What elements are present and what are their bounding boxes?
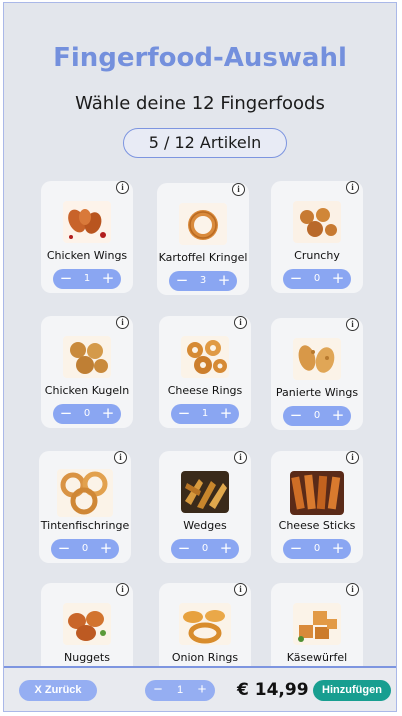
page-title: Fingerfood-Auswahl bbox=[53, 43, 347, 73]
product-card-cheese-sticks[interactable]: i Cheese Sticks − 0 + bbox=[271, 451, 363, 563]
bottom-bar: X Zurück − 1 + € 14,99 Hinzufügen bbox=[4, 666, 396, 711]
breaded-wings-photo bbox=[293, 338, 341, 380]
quantity-stepper: − 0 + bbox=[283, 406, 351, 426]
quantity-stepper: − 1 + bbox=[145, 680, 215, 701]
product-card-panierte-wings[interactable]: i Panierte Wings − 0 + bbox=[271, 318, 363, 430]
info-icon[interactable]: i bbox=[234, 583, 247, 596]
chicken-wings-photo bbox=[63, 201, 111, 243]
onion-rings-photo bbox=[179, 603, 231, 645]
increase-button[interactable]: + bbox=[96, 539, 116, 559]
increase-button[interactable]: + bbox=[328, 539, 348, 559]
product-name: Panierte Wings bbox=[275, 386, 359, 399]
quantity-stepper: − 0 + bbox=[51, 539, 119, 559]
quantity-stepper: − 0 + bbox=[53, 404, 121, 424]
cheese-rings-photo bbox=[181, 336, 229, 378]
wedges-photo bbox=[181, 471, 229, 513]
potato-ring-photo bbox=[179, 203, 227, 245]
cheese-sticks-photo bbox=[290, 471, 344, 515]
info-icon[interactable]: i bbox=[234, 316, 247, 329]
info-icon[interactable]: i bbox=[346, 181, 359, 194]
info-icon[interactable]: i bbox=[116, 316, 129, 329]
info-icon[interactable]: i bbox=[346, 451, 359, 464]
product-card-kartoffel-kringel[interactable]: i Kartoffel Kringel − 3 + bbox=[157, 183, 249, 295]
increase-button[interactable]: + bbox=[328, 406, 348, 426]
nuggets-photo bbox=[63, 603, 111, 645]
product-name: Tintenfischringe bbox=[40, 519, 130, 532]
chicken-balls-photo bbox=[63, 336, 111, 378]
increase-button[interactable]: + bbox=[98, 269, 118, 289]
product-card-tintenfischringe[interactable]: i Tintenfischringe − 0 + bbox=[39, 451, 131, 563]
increase-button[interactable]: + bbox=[192, 680, 212, 701]
product-card-chicken-kugeln[interactable]: i Chicken Kugeln − 0 + bbox=[41, 316, 133, 428]
increase-button[interactable]: + bbox=[216, 539, 236, 559]
info-icon[interactable]: i bbox=[346, 583, 359, 596]
product-card-cheese-rings[interactable]: i Cheese Rings − 1 + bbox=[159, 316, 251, 428]
quantity-stepper: − 1 + bbox=[171, 404, 239, 424]
page-subtitle: Wähle deine 12 Fingerfoods bbox=[75, 93, 325, 114]
product-name: Nuggets bbox=[64, 651, 110, 664]
crunchy-balls-photo bbox=[293, 201, 341, 243]
quantity-stepper: − 1 + bbox=[53, 269, 121, 289]
quantity-stepper: − 3 + bbox=[169, 271, 237, 291]
product-name: Wedges bbox=[183, 519, 227, 532]
total-price: € 14,99 bbox=[237, 680, 309, 700]
quantity-stepper: − 0 + bbox=[283, 539, 351, 559]
product-name: Cheese Sticks bbox=[278, 519, 356, 532]
increase-button[interactable]: + bbox=[214, 271, 234, 291]
back-button[interactable]: X Zurück bbox=[19, 680, 97, 701]
increase-button[interactable]: + bbox=[328, 269, 348, 289]
product-card-wedges[interactable]: i Wedges − 0 + bbox=[159, 451, 251, 563]
info-icon[interactable]: i bbox=[116, 181, 129, 194]
product-name: Cheese Rings bbox=[167, 384, 243, 397]
product-name: Chicken Kugeln bbox=[44, 384, 130, 397]
product-name: Onion Rings bbox=[171, 651, 239, 664]
app-frame: Fingerfood-Auswahl Wähle deine 12 Finger… bbox=[3, 2, 397, 712]
product-name: Kartoffel Kringel bbox=[158, 251, 248, 264]
info-icon[interactable]: i bbox=[234, 451, 247, 464]
product-card-crunchy[interactable]: i Crunchy − 0 + bbox=[271, 181, 363, 293]
cheese-cubes-photo bbox=[293, 603, 341, 645]
info-icon[interactable]: i bbox=[116, 583, 129, 596]
info-icon[interactable]: i bbox=[232, 183, 245, 196]
product-name: Chicken Wings bbox=[46, 249, 128, 262]
info-icon[interactable]: i bbox=[346, 318, 359, 331]
squid-rings-photo bbox=[57, 469, 113, 517]
quantity-stepper: − 0 + bbox=[171, 539, 239, 559]
product-card-chicken-wings[interactable]: i Chicken Wings − 1 + bbox=[41, 181, 133, 293]
add-to-cart-button[interactable]: Hinzufügen bbox=[313, 680, 391, 701]
increase-button[interactable]: + bbox=[216, 404, 236, 424]
info-icon[interactable]: i bbox=[114, 451, 127, 464]
product-name: Käsewürfel bbox=[286, 651, 348, 664]
increase-button[interactable]: + bbox=[98, 404, 118, 424]
product-name: Crunchy bbox=[294, 249, 340, 262]
item-counter: 5 / 12 Artikeln bbox=[123, 128, 287, 158]
quantity-stepper: − 0 + bbox=[283, 269, 351, 289]
